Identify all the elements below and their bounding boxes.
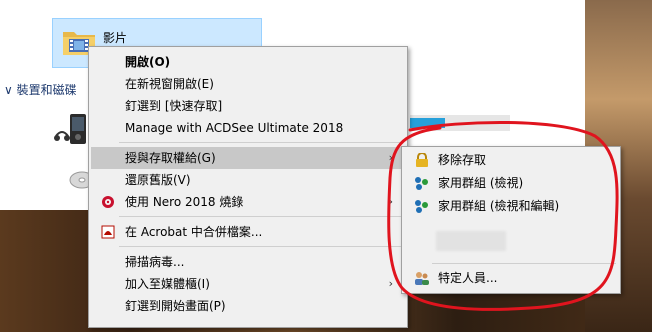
menu-item-open-new-window[interactable]: 在新視窗開啟(E) — [91, 73, 405, 95]
menu-item-label: 開啟(O) — [125, 55, 171, 69]
menu-item-label: 釘選到 [快速存取] — [125, 99, 223, 113]
menu-item-restore-previous[interactable]: 還原舊版(V) — [91, 169, 405, 191]
nero-icon — [102, 196, 114, 208]
menu-item-label: 使用 Nero 2018 燒錄 — [125, 195, 244, 209]
folder-name: 影片 — [103, 31, 128, 45]
media-player-icon — [54, 114, 86, 144]
menu-item-acdsee[interactable]: Manage with ACDSee Ultimate 2018 — [91, 117, 405, 139]
menu-item-pin-start[interactable]: 釘選到開始畫面(P) — [91, 295, 405, 317]
menu-item-open[interactable]: 開啟(O) — [91, 51, 405, 73]
menu-item-acrobat-combine[interactable]: 在 Acrobat 中合併檔案... — [91, 221, 405, 243]
context-menu: 開啟(O) 在新視窗開啟(E) 釘選到 [快速存取] Manage with A… — [88, 46, 408, 328]
menu-item-label: 在 Acrobat 中合併檔案... — [125, 225, 263, 239]
menu-item-scan-virus[interactable]: 掃描病毒... — [91, 251, 405, 273]
menu-separator — [119, 246, 403, 247]
menu-item-add-to-library[interactable]: 加入至媒體櫃(I) › — [91, 273, 405, 295]
menu-item-label: 加入至媒體櫃(I) — [125, 277, 210, 291]
red-annotation-circle — [387, 120, 619, 311]
menu-item-label: 掃描病毒... — [125, 255, 185, 269]
menu-item-give-access[interactable]: 授與存取權給(G) › — [91, 147, 405, 169]
acrobat-icon — [101, 225, 115, 239]
menu-item-pin-quick-access[interactable]: 釘選到 [快速存取] — [91, 95, 405, 117]
menu-item-label: 還原舊版(V) — [125, 173, 191, 187]
menu-item-label: 授與存取權給(G) — [125, 151, 216, 165]
menu-separator — [119, 142, 403, 143]
menu-separator — [119, 216, 403, 217]
menu-item-label: Manage with ACDSee Ultimate 2018 — [125, 121, 344, 135]
devices-section-header[interactable]: ∨ 裝置和磁碟 — [4, 81, 77, 98]
menu-item-nero-burn[interactable]: 使用 Nero 2018 燒錄 › — [91, 191, 405, 213]
menu-item-label: 釘選到開始畫面(P) — [125, 299, 226, 313]
menu-item-label: 在新視窗開啟(E) — [125, 77, 214, 91]
